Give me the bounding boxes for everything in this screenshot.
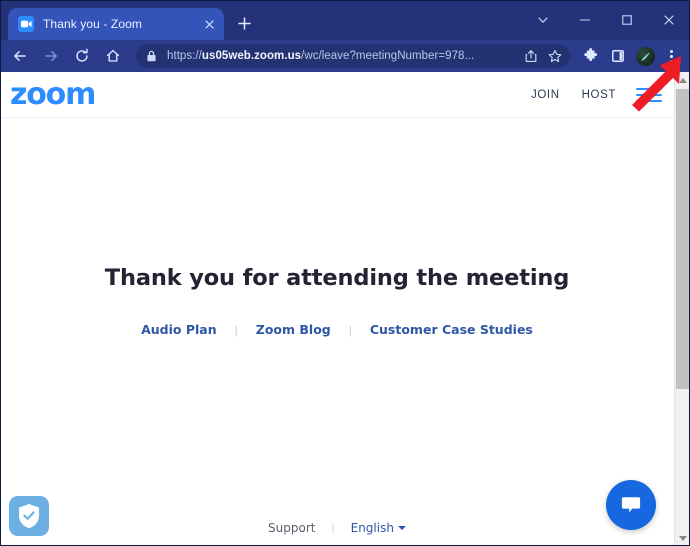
star-icon[interactable] (544, 45, 566, 67)
chat-bubble-icon (621, 497, 641, 513)
shield-check-icon (19, 504, 39, 529)
lock-icon (146, 50, 159, 62)
share-icon[interactable] (520, 45, 542, 67)
back-arrow-icon (14, 51, 26, 61)
reload-button[interactable] (68, 42, 96, 70)
page-footer: Support | English (0, 521, 674, 535)
zoom-logo[interactable]: zoom (10, 79, 96, 110)
scrollbar-thumb[interactable] (676, 89, 689, 389)
language-label: English (350, 521, 394, 535)
minimize-button[interactable] (564, 0, 606, 40)
tab-title: Thank you - Zoom (43, 17, 142, 31)
scroll-up-arrow-icon[interactable] (675, 72, 690, 88)
caret-down-icon (397, 526, 406, 530)
side-panel-icon[interactable] (606, 44, 630, 68)
support-link[interactable]: Support (268, 521, 315, 535)
back-button[interactable] (6, 42, 34, 70)
footer-separator: | (331, 521, 335, 535)
home-icon (106, 49, 120, 62)
link-separator: | (234, 322, 238, 337)
link-separator: | (348, 322, 352, 337)
trust-shield-badge[interactable] (9, 496, 49, 536)
reload-icon (76, 48, 88, 62)
plus-icon (237, 16, 251, 30)
close-icon (664, 15, 674, 25)
browser-tab[interactable]: Thank you - Zoom (8, 8, 224, 40)
forward-button[interactable] (37, 42, 65, 70)
browser-toolbar: https://us05web.zoom.us/wc/leave?meeting… (0, 40, 690, 72)
home-button[interactable] (99, 42, 127, 70)
zoom-page-body: Thank you for attending the meeting Audi… (0, 118, 674, 545)
scroll-down-arrow-icon[interactable] (675, 530, 690, 546)
puzzle-piece-icon[interactable] (579, 44, 603, 68)
forward-arrow-icon (45, 51, 57, 61)
hamburger-bar (636, 87, 662, 90)
audio-plan-link[interactable]: Audio Plan (141, 322, 217, 337)
browser-window: Thank you - Zoom https://us05web.zoom.us… (0, 0, 690, 546)
zoom-leave-page: zoom JOIN HOST Thank you for attending t… (0, 72, 674, 546)
close-window-button[interactable] (648, 0, 690, 40)
scroll-down-triangle (678, 535, 687, 541)
window-controls (522, 0, 690, 40)
maximize-icon (622, 15, 632, 25)
close-icon[interactable] (200, 15, 218, 33)
host-link[interactable]: HOST (582, 89, 616, 101)
new-tab-button[interactable] (230, 9, 258, 37)
chat-bubble-button[interactable] (606, 480, 656, 530)
three-dot-menu-icon[interactable] (660, 43, 682, 69)
minimize-icon (579, 19, 591, 21)
menu-dot (669, 49, 673, 53)
address-bar[interactable]: https://us05web.zoom.us/wc/leave?meeting… (136, 44, 570, 68)
tab-strip: Thank you - Zoom (0, 0, 690, 40)
menu-dot (669, 59, 673, 63)
zoom-blog-link[interactable]: Zoom Blog (256, 322, 331, 337)
scroll-up-triangle (678, 77, 687, 83)
hamburger-bar (636, 93, 662, 96)
customer-case-studies-link[interactable]: Customer Case Studies (370, 322, 533, 337)
maximize-button[interactable] (606, 0, 648, 40)
page-title: Thank you for attending the meeting (104, 265, 570, 292)
hamburger-menu-icon[interactable] (636, 86, 662, 104)
address-bar-url: https://us05web.zoom.us/wc/leave?meeting… (167, 50, 475, 62)
header-nav: JOIN HOST (509, 86, 662, 104)
chevron-down-icon (538, 17, 548, 23)
page-scrollbar[interactable] (674, 72, 690, 546)
tab-search-button[interactable] (522, 0, 564, 40)
language-selector[interactable]: English (351, 521, 406, 535)
extension-avatar-icon[interactable] (636, 46, 655, 66)
page-viewport: zoom JOIN HOST Thank you for attending t… (0, 72, 690, 546)
menu-dot (669, 54, 673, 58)
zoom-page-header: zoom JOIN HOST (0, 72, 674, 118)
resource-links-row: Audio Plan | Zoom Blog | Customer Case S… (0, 322, 674, 337)
join-link[interactable]: JOIN (531, 89, 560, 101)
zoom-video-camera-icon (18, 16, 34, 32)
hamburger-bar (636, 99, 662, 102)
